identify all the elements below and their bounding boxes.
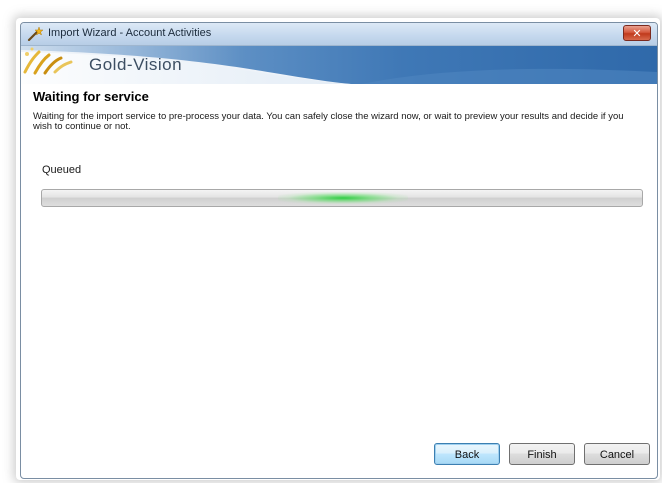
brand-name: Gold-Vision — [89, 55, 183, 74]
title-bar[interactable]: Import Wizard - Account Activities ✕ — [21, 23, 657, 46]
import-wizard-window: Import Wizard - Account Activities ✕ Gol… — [20, 22, 658, 479]
progress-marquee-glow — [278, 192, 408, 204]
page-title: Waiting for service — [33, 89, 149, 104]
cancel-button[interactable]: Cancel — [584, 443, 650, 465]
page-description: Waiting for the import service to pre-pr… — [33, 111, 624, 132]
finish-button[interactable]: Finish — [509, 443, 575, 465]
close-button[interactable]: ✕ — [623, 25, 651, 41]
gold-vision-logo — [23, 47, 73, 75]
wand-icon — [27, 27, 43, 41]
brand-banner: Gold-Vision — [21, 46, 657, 84]
status-label: Queued — [42, 164, 82, 176]
close-icon: ✕ — [632, 28, 642, 40]
progress-bar — [41, 189, 643, 207]
back-button[interactable]: Back — [434, 443, 500, 465]
window-title: Import Wizard - Account Activities — [48, 27, 212, 39]
